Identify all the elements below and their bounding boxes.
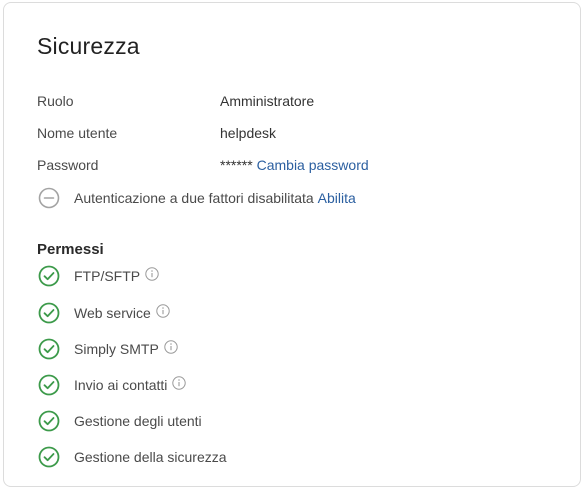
check-circle-icon bbox=[38, 302, 60, 324]
password-label: Password bbox=[37, 157, 99, 173]
permission-item-simply-smtp: Simply SMTP bbox=[38, 338, 178, 360]
check-circle-icon bbox=[38, 446, 60, 468]
permission-label: Web service bbox=[74, 305, 151, 321]
permission-item-security-management: Gestione della sicurezza bbox=[38, 446, 227, 468]
two-factor-status: Autenticazione a due fattori disabilitat… bbox=[74, 190, 314, 206]
info-icon[interactable] bbox=[145, 267, 159, 281]
permission-item-user-management: Gestione degli utenti bbox=[38, 410, 202, 432]
password-mask: ****** bbox=[220, 157, 253, 173]
permission-label: Gestione della sicurezza bbox=[74, 449, 227, 465]
permission-label: Gestione degli utenti bbox=[74, 413, 202, 429]
password-value-group: ****** Cambia password bbox=[220, 156, 369, 174]
info-icon[interactable] bbox=[156, 304, 170, 318]
permission-label: Simply SMTP bbox=[74, 341, 159, 357]
username-value: helpdesk bbox=[220, 125, 277, 141]
username-label: Nome utente bbox=[37, 125, 118, 141]
permissions-title: Permessi bbox=[37, 241, 104, 258]
check-circle-icon bbox=[38, 410, 60, 432]
two-factor-row: Autenticazione a due fattori disabilitat… bbox=[38, 187, 356, 209]
permission-label: FTP/SFTP bbox=[74, 268, 141, 284]
info-icon[interactable] bbox=[172, 376, 187, 390]
permission-label: Invio ai contatti bbox=[74, 377, 168, 393]
permission-item-ftp: FTP/SFTP bbox=[38, 265, 159, 287]
permission-item-web-service: Web service bbox=[38, 302, 170, 324]
check-circle-icon bbox=[38, 338, 60, 360]
check-circle-icon bbox=[38, 265, 60, 287]
check-circle-icon bbox=[38, 374, 60, 396]
security-card: Sicurezza Ruolo Amministratore Nome uten… bbox=[3, 2, 581, 487]
change-password-link[interactable]: Cambia password bbox=[257, 157, 369, 173]
permission-item-send-contacts: Invio ai contatti bbox=[38, 374, 187, 396]
role-label: Ruolo bbox=[37, 93, 74, 109]
role-value: Amministratore bbox=[220, 93, 315, 109]
info-icon[interactable] bbox=[164, 340, 178, 354]
section-title: Sicurezza bbox=[37, 33, 140, 59]
minus-circle-icon bbox=[38, 187, 60, 209]
enable-two-factor-link[interactable]: Abilita bbox=[318, 190, 356, 206]
